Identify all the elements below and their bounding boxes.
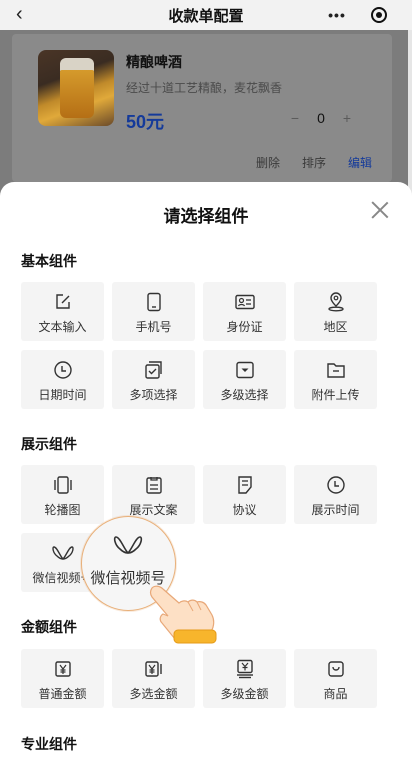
more-dots-icon[interactable]: •••	[316, 7, 358, 23]
tile-label: 身份证	[226, 320, 263, 334]
basic-components-grid: 文本输入 手机号 身份证 地区 日期时间 多项选择 多级选择 附件上传	[21, 282, 377, 409]
shopping-bag-icon	[294, 658, 377, 680]
component-carousel[interactable]: 轮播图	[21, 465, 104, 524]
tile-label: 多级选择	[220, 388, 269, 402]
dropdown-icon	[203, 359, 286, 381]
multi-yuan-icon	[112, 658, 195, 680]
tile-label: 手机号	[135, 320, 172, 334]
tile-label: 文本输入	[38, 320, 87, 334]
component-picker-sheet: 请选择组件 基本组件 文本输入 手机号 身份证 地区 日期时间 多项选择 多级选…	[0, 182, 412, 761]
display-components-grid: 轮播图 展示文案 协议 展示时间 微信视频号	[21, 465, 377, 592]
component-display-time[interactable]: 展示时间	[294, 465, 377, 524]
component-agreement[interactable]: 协议	[203, 465, 286, 524]
id-card-icon	[203, 291, 286, 313]
tile-label: 多级金额	[220, 687, 269, 701]
tile-label: 附件上传	[311, 388, 360, 402]
component-region[interactable]: 地区	[294, 282, 377, 341]
section-title-professional: 专业组件	[21, 736, 77, 752]
sheet-title: 请选择组件	[163, 207, 249, 226]
component-product[interactable]: 商品	[294, 649, 377, 708]
tile-label: 展示时间	[311, 503, 360, 517]
tile-label: 地区	[323, 320, 348, 334]
tile-label: 多项选择	[129, 388, 178, 402]
pointing-hand-icon	[148, 578, 228, 644]
tile-label: 普通金额	[38, 687, 87, 701]
quantity-value: 0	[317, 110, 325, 126]
component-datetime[interactable]: 日期时间	[21, 350, 104, 409]
amount-components-grid: 普通金额 多选金额 多级金额 商品	[21, 649, 377, 708]
component-text-input[interactable]: 文本输入	[21, 282, 104, 341]
product-name: 精酿啤酒	[126, 54, 182, 70]
tiered-yuan-icon	[203, 658, 286, 680]
yuan-icon	[21, 658, 104, 680]
component-normal-amount[interactable]: 普通金额	[21, 649, 104, 708]
component-tiered-amount[interactable]: 多级金额	[203, 649, 286, 708]
component-multi-amount[interactable]: 多选金额	[112, 649, 195, 708]
component-multi-select[interactable]: 多项选择	[112, 350, 195, 409]
channels-icon	[82, 533, 174, 557]
folder-icon	[294, 359, 377, 381]
delete-button[interactable]: 删除	[256, 154, 280, 171]
target-icon[interactable]	[358, 7, 400, 23]
phone-icon	[112, 291, 195, 313]
clock-icon	[294, 474, 377, 496]
product-card: 精酿啤酒 经过十道工艺精酿，麦花飘香 50元 − 0 + 删除 排序 编辑	[12, 34, 392, 182]
tile-label: 多选金额	[129, 687, 178, 701]
component-attachment[interactable]: 附件上传	[294, 350, 377, 409]
tile-label: 协议	[232, 503, 257, 517]
close-icon[interactable]	[370, 200, 390, 220]
component-cascade-select[interactable]: 多级选择	[203, 350, 286, 409]
location-icon	[294, 291, 377, 313]
text-doc-icon	[112, 474, 195, 496]
sort-button[interactable]: 排序	[302, 154, 326, 171]
component-phone[interactable]: 手机号	[112, 282, 195, 341]
plus-button[interactable]: +	[336, 110, 358, 126]
multi-check-icon	[112, 359, 195, 381]
tile-label: 商品	[323, 687, 348, 701]
tile-label: 日期时间	[38, 388, 87, 402]
minus-button[interactable]: −	[284, 110, 306, 126]
nav-bar: ‹ 收款单配置 •••	[0, 0, 412, 30]
clock-icon	[21, 359, 104, 381]
product-image	[38, 50, 114, 126]
product-price: 50元	[126, 112, 165, 132]
card-actions: 删除 排序 编辑	[256, 154, 372, 171]
tile-label: 轮播图	[44, 503, 81, 517]
component-id-card[interactable]: 身份证	[203, 282, 286, 341]
mini-program-capsule: •••	[316, 2, 400, 28]
edit-button[interactable]: 编辑	[348, 154, 372, 171]
edit-icon	[21, 291, 104, 313]
section-title-display: 展示组件	[21, 436, 77, 452]
section-title-basic: 基本组件	[21, 253, 77, 269]
carousel-icon	[21, 474, 104, 496]
agreement-icon	[203, 474, 286, 496]
product-description: 经过十道工艺精酿，麦花飘香	[126, 81, 283, 95]
section-title-amount: 金额组件	[21, 619, 77, 635]
quantity-stepper: − 0 +	[284, 110, 358, 126]
